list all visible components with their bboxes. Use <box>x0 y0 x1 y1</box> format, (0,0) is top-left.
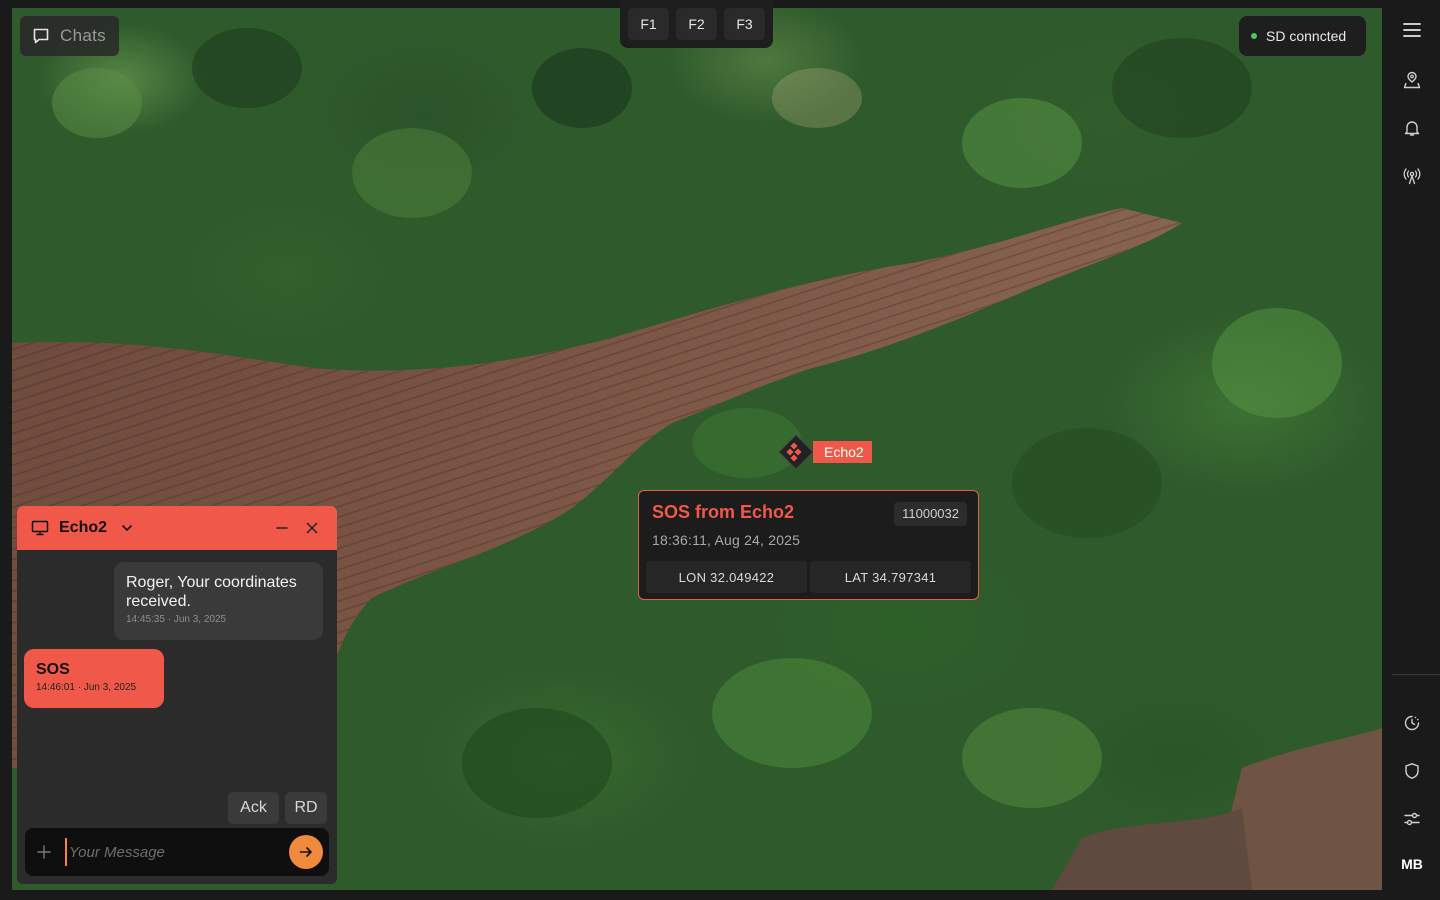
user-avatar[interactable]: MB <box>1392 856 1432 880</box>
menu-icon[interactable] <box>1400 18 1424 42</box>
chats-button-label: Chats <box>60 26 106 45</box>
message-timestamp: 14:45:35 · Jun 3, 2025 <box>126 614 227 625</box>
message-input[interactable] <box>69 843 289 861</box>
sos-device-id: 11000032 <box>894 502 967 526</box>
send-button[interactable] <box>289 835 323 869</box>
chat-panel: Echo2 Roger, Your coordinates received. … <box>17 506 337 884</box>
message-text: Roger, Your coordinates received. <box>126 574 297 610</box>
shield-icon[interactable] <box>1400 759 1424 783</box>
device-icon <box>31 520 49 536</box>
chat-header: Echo2 <box>17 506 337 550</box>
outgoing-message[interactable]: SOS 14:46:01 · Jun 3, 2025 <box>24 649 164 708</box>
add-attachment-icon[interactable] <box>37 845 57 859</box>
antenna-icon[interactable] <box>1400 164 1424 188</box>
close-icon[interactable] <box>301 517 323 539</box>
chat-contact-name[interactable]: Echo2 <box>59 519 107 537</box>
tab-f2[interactable]: F2 <box>676 8 717 40</box>
tab-f3[interactable]: F3 <box>724 8 765 40</box>
tab-f1[interactable]: F1 <box>628 8 669 40</box>
right-sidebar: MB <box>1384 0 1440 900</box>
sidebar-divider <box>1392 674 1440 675</box>
minimize-icon[interactable] <box>271 517 293 539</box>
incoming-message[interactable]: Roger, Your coordinates received. 14:45:… <box>114 562 323 640</box>
bell-icon[interactable] <box>1400 116 1424 140</box>
clock-history-icon[interactable] <box>1400 711 1424 735</box>
quick-reply-ack-button[interactable]: Ack <box>228 792 279 824</box>
function-tabs: F1 F2 F3 <box>620 0 773 48</box>
chat-bubble-icon <box>33 28 49 44</box>
connection-status-label: SD conncted <box>1266 28 1347 44</box>
chats-button[interactable]: Chats <box>20 16 119 56</box>
status-dot-icon <box>1251 33 1257 39</box>
unit-marker[interactable] <box>776 432 816 472</box>
sliders-icon[interactable] <box>1400 807 1424 831</box>
arrow-right-icon <box>299 847 312 857</box>
message-text: SOS <box>36 661 70 678</box>
message-timestamp: 14:46:01 · Jun 3, 2025 <box>36 682 137 693</box>
chevron-down-icon[interactable] <box>121 524 133 532</box>
sos-coordinates: LON 32.049422 LAT 34.797341 <box>646 561 971 593</box>
sos-longitude[interactable]: LON 32.049422 <box>646 561 807 593</box>
message-composer <box>25 828 329 876</box>
unit-marker-label[interactable]: Echo2 <box>813 441 872 463</box>
connection-status: SD conncted <box>1239 16 1366 56</box>
sos-popup[interactable]: SOS from Echo2 11000032 18:36:11, Aug 24… <box>638 490 979 600</box>
sos-title: SOS from Echo2 <box>652 502 795 522</box>
map-pin-icon[interactable] <box>1400 68 1424 92</box>
sos-latitude[interactable]: LAT 34.797341 <box>810 561 971 593</box>
sos-timestamp: 18:36:11, Aug 24, 2025 <box>652 532 801 548</box>
diamond-marker-icon <box>778 434 814 470</box>
text-cursor <box>65 838 67 866</box>
quick-reply-rd-button[interactable]: RD <box>285 792 327 824</box>
